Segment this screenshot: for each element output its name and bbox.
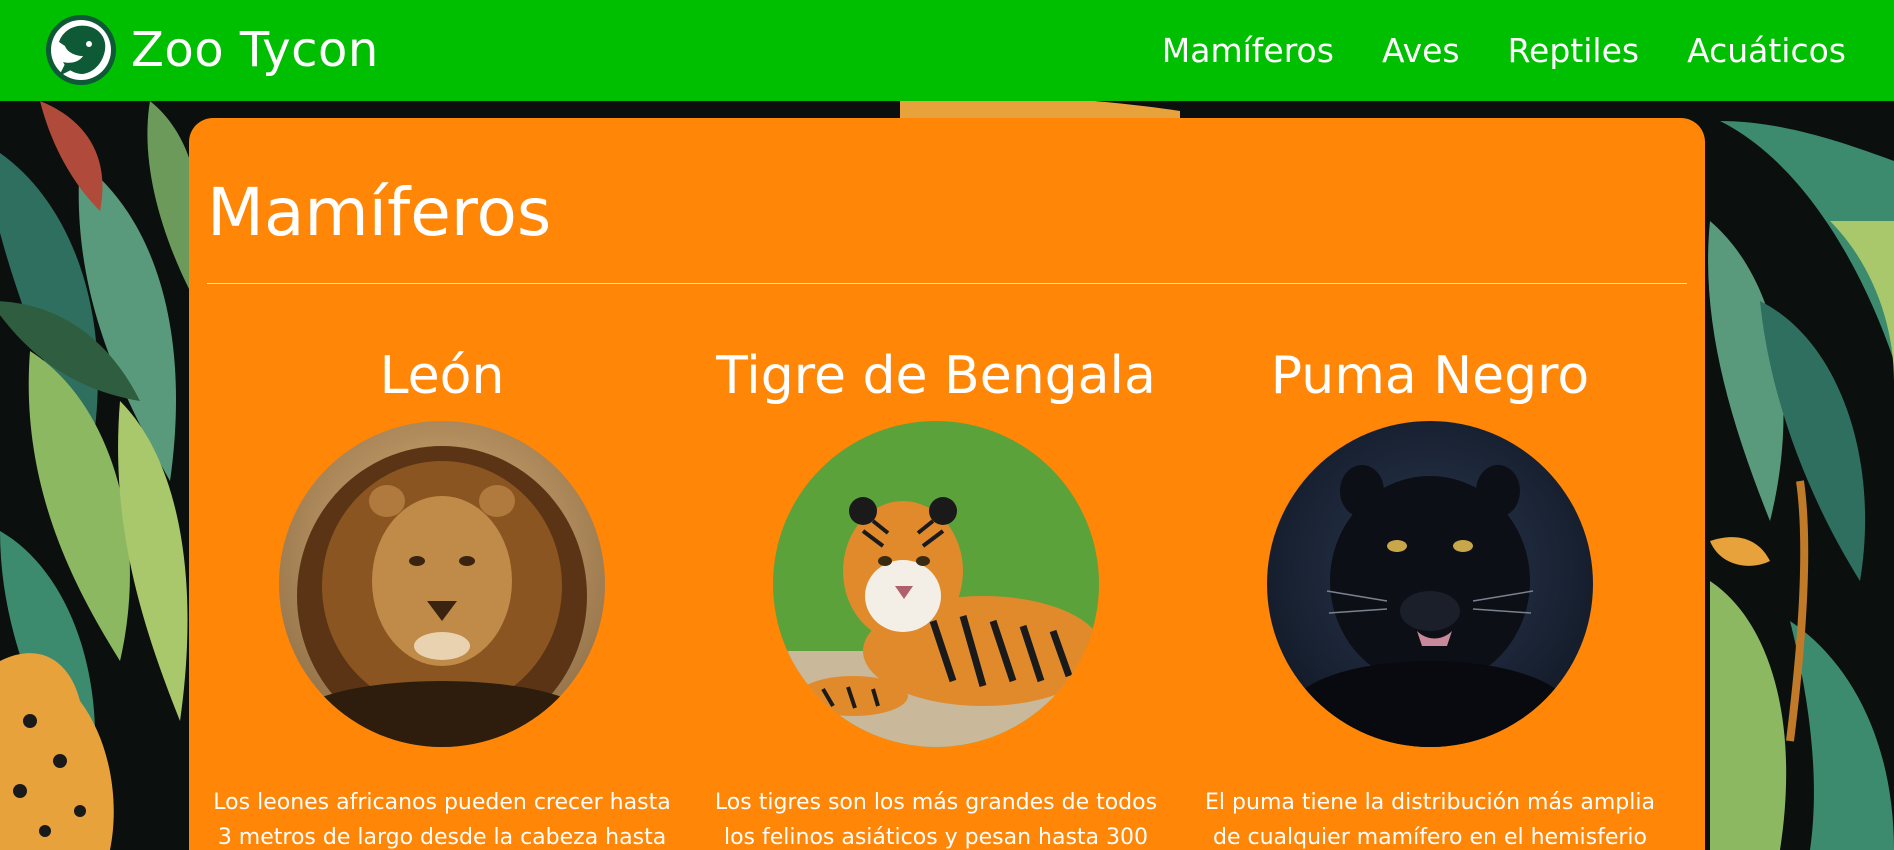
black-puma-photo	[1267, 421, 1593, 748]
animal-card-tiger: Tigre de Bengala Los tigres son los más …	[706, 346, 1166, 850]
nav-item-reptiles[interactable]: Reptiles	[1484, 31, 1663, 70]
main-nav: Mamíferos Aves Reptiles Acuáticos	[1138, 0, 1870, 101]
lion-head-logo-icon	[46, 15, 116, 85]
animal-name: Puma Negro	[1270, 346, 1590, 406]
lion-photo	[279, 421, 605, 748]
title-divider	[207, 283, 1687, 284]
brand-name: Zoo Tycon	[131, 22, 379, 78]
top-navbar: Zoo Tycon Mamíferos Aves Reptiles Acuáti…	[0, 0, 1894, 101]
page-title: Mamíferos	[207, 174, 552, 251]
nav-item-mamiferos[interactable]: Mamíferos	[1138, 31, 1358, 70]
animal-description: Los leones africanos pueden crecer hasta…	[213, 790, 671, 850]
brand-link[interactable]: Zoo Tycon	[45, 14, 379, 86]
mammals-card: Mamíferos León Los leones africanos pued…	[189, 118, 1705, 850]
animal-description: El puma tiene la distribución más amplia…	[1205, 790, 1655, 850]
nav-item-acuaticos[interactable]: Acuáticos	[1663, 31, 1870, 70]
animal-card-lion: León Los leones africanos pueden crecer …	[212, 346, 672, 850]
animal-name: León	[379, 346, 505, 406]
animal-name: Tigre de Bengala	[716, 346, 1156, 406]
bengal-tiger-photo	[773, 421, 1099, 748]
animal-card-black-puma: Puma Negro El puma tiene la distribución…	[1200, 346, 1660, 850]
animal-description: Los tigres son los más grandes de todos …	[714, 790, 1158, 850]
nav-item-aves[interactable]: Aves	[1358, 31, 1484, 70]
